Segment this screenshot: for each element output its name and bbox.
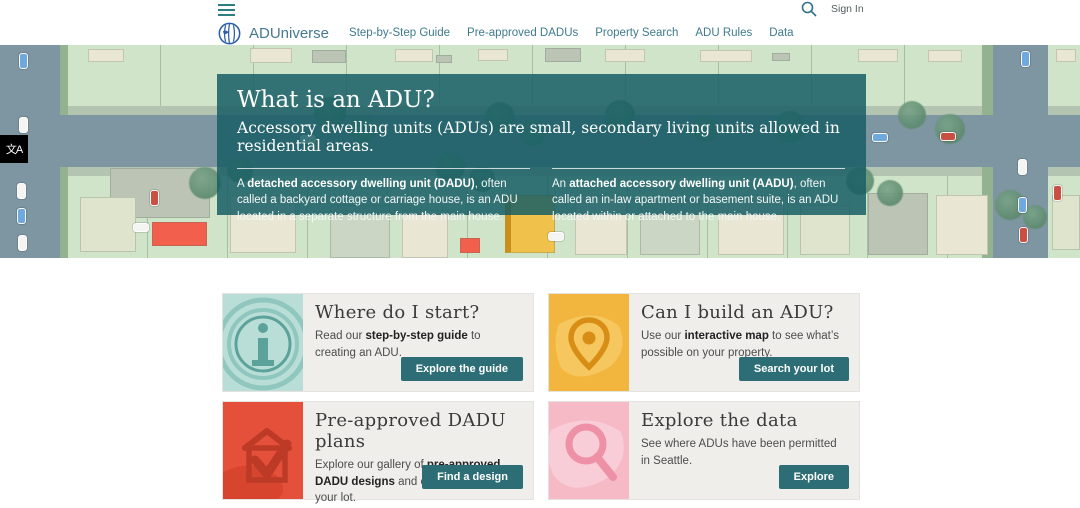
card-body: Can I build an ADU? Use our interactive … [629,294,859,391]
map-car [1053,185,1062,201]
map-tree [877,180,903,206]
map-car [18,235,27,251]
map-house [936,195,988,255]
card-preapproved-dadu-plans: Pre-approved DADU plans Explore our gall… [222,401,534,504]
map-house [250,48,292,63]
aduniverse-homepage: Sign In ADUniverse Step-by-Step Guide Pr… [0,0,1080,508]
card-explore-the-data: Explore the data See where ADUs have bee… [548,401,860,500]
map-house [395,49,433,62]
map-car [17,208,26,224]
card-title: Pre-approved DADU plans [315,410,506,452]
brand-nav-row: ADUniverse Step-by-Step Guide Pre-approv… [218,21,794,45]
map-highlight-building [152,222,207,246]
top-header: Sign In ADUniverse Step-by-Step Guide Pr… [0,0,1080,45]
nav-data[interactable]: Data [769,27,793,39]
map-house [80,197,136,252]
map-house [436,55,452,63]
map-house [545,48,581,62]
card-title: Where do I start? [315,302,480,323]
nav-property-search[interactable]: Property Search [595,27,678,39]
house-check-icon [223,402,303,499]
map-house [858,49,898,62]
data-search-icon [549,402,629,499]
search-icon[interactable] [801,1,819,19]
map-car [1019,227,1028,243]
card-can-i-build: Can I build an ADU? Use our interactive … [548,293,860,392]
nav-pre-approved-dadus[interactable]: Pre-approved DADUs [467,27,578,39]
map-sidewalk [1048,106,1080,115]
main-nav: Step-by-Step Guide Pre-approved DADUs Pr… [349,27,794,39]
adu-definitions: A detached accessory dwelling unit (DADU… [237,167,846,226]
map-highlight-building [460,238,480,253]
card-body: Where do I start? Read our step-by-step … [303,294,533,391]
feature-cards-section: Where do I start? Read our step-by-step … [0,258,1080,508]
map-car [1018,159,1027,175]
card-body: Pre-approved DADU plans Explore our gall… [303,402,533,504]
map-car [1018,197,1027,213]
map-house [1052,195,1080,250]
map-house [88,49,124,62]
map-car [150,190,159,206]
map-house [312,50,346,63]
card-where-do-i-start: Where do I start? Read our step-by-step … [222,293,534,392]
translate-icon: 文A [5,144,23,156]
map-car [19,117,28,133]
map-house [928,50,962,62]
map-house [772,53,790,61]
seattle-city-logo-icon [218,22,241,44]
nav-adu-rules[interactable]: ADU Rules [695,27,752,39]
hero-title: What is an ADU? [237,87,435,113]
explore-button[interactable]: Explore [778,465,849,489]
map-house [700,50,752,62]
map-car [1021,51,1030,67]
find-a-design-button[interactable]: Find a design [422,465,523,489]
map-house [478,49,508,61]
brand-title[interactable]: ADUniverse [249,25,329,42]
map-tree [898,101,926,129]
map-car [872,133,888,142]
map-car [17,183,26,199]
map-sidewalk [1048,167,1080,176]
sign-in-link[interactable]: Sign In [831,3,864,15]
map-car [940,132,956,141]
aadu-definition: An attached accessory dwelling unit (AAD… [552,167,845,226]
info-icon [223,294,303,391]
map-pin-icon [549,294,629,391]
nav-step-by-step-guide[interactable]: Step-by-Step Guide [349,27,450,39]
hero-banner: 文A What is an ADU? Accessory dwelling un… [0,45,1080,258]
map-house [1056,49,1076,62]
explore-guide-button[interactable]: Explore the guide [400,357,523,381]
hero-subtitle: Accessory dwelling units (ADUs) are smal… [237,118,840,155]
translate-button[interactable]: 文A [0,135,28,163]
map-car [133,223,149,232]
hero-overlay-panel: What is an ADU? Accessory dwelling units… [217,74,866,223]
card-body: Explore the data See where ADUs have bee… [629,402,859,499]
map-car [548,232,564,241]
hamburger-menu-icon[interactable] [218,4,235,17]
map-house [605,49,645,62]
map-car [19,53,28,69]
search-your-lot-button[interactable]: Search your lot [738,357,849,381]
dadu-definition: A detached accessory dwelling unit (DADU… [237,167,530,226]
card-title: Can I build an ADU? [641,302,834,323]
card-title: Explore the data [641,410,798,431]
